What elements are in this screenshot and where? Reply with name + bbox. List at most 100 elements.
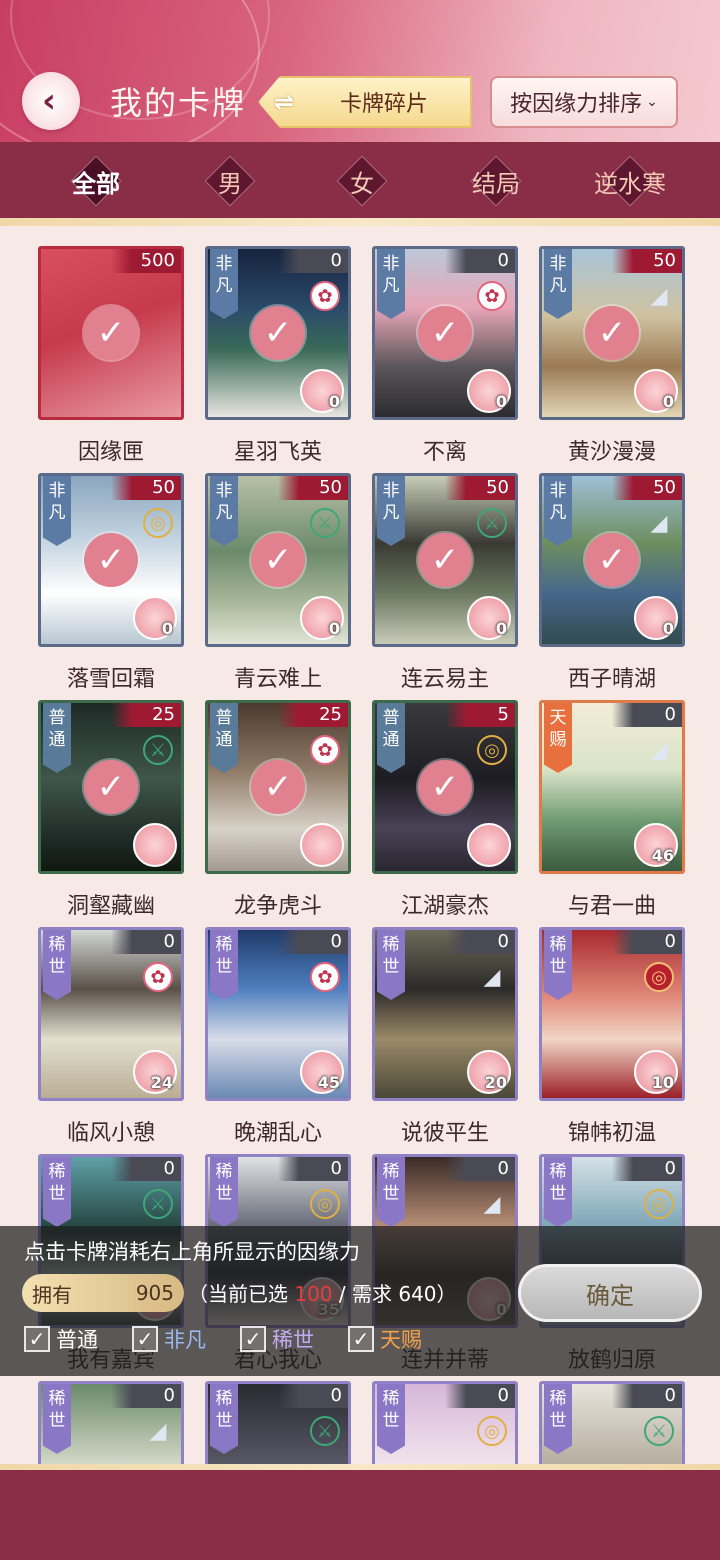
tab-all[interactable]: 全部 — [56, 155, 136, 207]
card-frame[interactable]: 500 ✓ — [38, 246, 184, 420]
card-name: 因缘匣 — [77, 440, 144, 465]
checkbox-icon[interactable]: ✓ — [132, 1326, 158, 1352]
card-frame[interactable]: 0 稀世 ⚔ — [205, 1381, 351, 1464]
owned-count-badge: 46 — [634, 823, 678, 867]
chevron-down-icon: ⌄ — [646, 94, 658, 110]
card-item[interactable]: 0 稀世 ◎ 10 锦帏初温 — [539, 927, 687, 1147]
tab-label: 男 — [218, 169, 242, 198]
back-button[interactable]: ‹ — [22, 72, 80, 130]
card-frame[interactable]: 0 稀世 ◎ 10 — [539, 927, 685, 1101]
card-frame[interactable]: 0 稀世 ◢ — [38, 1381, 184, 1464]
card-cost: 0 — [278, 1157, 348, 1181]
card-item[interactable]: 25 普通 ✿ ✓ 龙争虎斗 — [205, 700, 353, 920]
card-frame[interactable]: 25 普通 ⚔ ✓ — [38, 700, 184, 874]
card-frame[interactable]: 0 非凡 ✿ 0 ✓ — [205, 246, 351, 420]
tab-female[interactable]: 女 — [322, 155, 402, 207]
card-item[interactable]: 500 ✓ 因缘匣 — [38, 246, 186, 466]
owned-count-badge: 45 — [300, 1050, 344, 1094]
card-item[interactable]: 0 稀世 ◢ — [38, 1381, 186, 1464]
card-cost: 50 — [111, 476, 181, 500]
flower-emblem-icon: ✿ — [310, 735, 340, 765]
checkbox-icon[interactable]: ✓ — [348, 1326, 374, 1352]
tab-label: 全部 — [72, 168, 120, 198]
card-item[interactable]: 0 非凡 ✿ 0 ✓ 星羽飞英 — [205, 246, 353, 466]
rarity-filter-checkbox[interactable]: ✓ 天赐 — [348, 1324, 422, 1354]
card-frame[interactable]: 0 稀世 ◢ 20 — [372, 927, 518, 1101]
card-item[interactable]: 50 非凡 ⚔ 0 ✓ 青云难上 — [205, 473, 353, 693]
tab-nishuihan[interactable]: 逆水寒 — [590, 155, 670, 207]
card-name: 晚潮乱心 — [233, 1121, 322, 1146]
tab-ending[interactable]: 结局 — [456, 155, 536, 207]
card-item[interactable]: 0 稀世 ⚔ — [205, 1381, 353, 1464]
card-item[interactable]: 25 普通 ⚔ ✓ 洞壑藏幽 — [38, 700, 186, 920]
card-item[interactable]: 0 稀世 ✿ 24 临风小憩 — [38, 927, 186, 1147]
card-frame[interactable]: 0 稀世 ✿ 24 — [38, 927, 184, 1101]
card-item[interactable]: 0 稀世 ✿ 45 晚潮乱心 — [205, 927, 353, 1147]
rarity-filter-checkbox[interactable]: ✓ 稀世 — [240, 1324, 314, 1354]
card-item[interactable]: 0 非凡 ✿ 0 ✓ 不离 — [372, 246, 520, 466]
rarity-tag: 非凡 — [377, 476, 405, 546]
card-frame[interactable]: 0 稀世 ⚔ — [539, 1381, 685, 1464]
sword-emblem-icon: ⚔ — [143, 735, 173, 765]
card-item[interactable]: 0 稀世 ◢ 20 说彼平生 — [372, 927, 520, 1147]
card-frame[interactable]: 5 普通 ◎ ✓ — [372, 700, 518, 874]
rarity-tag: 普通 — [377, 703, 405, 773]
card-frame[interactable]: 50 非凡 ◎ 0 ✓ — [38, 473, 184, 647]
card-cost: 0 — [445, 1384, 515, 1408]
card-item[interactable]: 50 非凡 ◢ 0 ✓ 西子晴湖 — [539, 473, 687, 693]
card-name: 黄沙漫漫 — [567, 440, 656, 465]
checkbox-icon[interactable]: ✓ — [24, 1326, 50, 1352]
flower-emblem-icon: ✿ — [143, 962, 173, 992]
filter-label: 稀世 — [272, 1328, 314, 1352]
selected-check-icon: ✓ — [418, 533, 472, 587]
card-name: 洞壑藏幽 — [66, 894, 155, 919]
card-cost: 0 — [111, 930, 181, 954]
fan-emblem-icon: ◢ — [483, 1191, 501, 1217]
owned-count-badge — [300, 823, 344, 867]
card-frame[interactable]: 50 非凡 ⚔ 0 ✓ — [205, 473, 351, 647]
card-item[interactable]: 5 普通 ◎ ✓ 江湖豪杰 — [372, 700, 520, 920]
card-frame[interactable]: 0 非凡 ✿ 0 ✓ — [372, 246, 518, 420]
card-item[interactable]: 50 非凡 ◎ 0 ✓ 落雪回霜 — [38, 473, 186, 693]
card-name: 临风小憩 — [66, 1121, 155, 1146]
card-item[interactable]: 0 稀世 ⚔ — [539, 1381, 687, 1464]
card-frame[interactable]: 50 非凡 ◢ 0 ✓ — [539, 473, 685, 647]
card-frame[interactable]: 25 普通 ✿ ✓ — [205, 700, 351, 874]
owned-count: 0 — [495, 392, 507, 411]
card-item[interactable]: 0 天赐 ◢ 46 与君一曲 — [539, 700, 687, 920]
tab-male[interactable]: 男 — [190, 155, 270, 207]
owned-count: 0 — [161, 619, 173, 638]
sort-dropdown[interactable]: 按因缘力排序 ⌄ — [490, 76, 678, 128]
card-frame[interactable]: 50 非凡 ◢ 0 ✓ — [539, 246, 685, 420]
rarity-tag: 普通 — [210, 703, 238, 773]
selected-check-icon: ✓ — [251, 760, 305, 814]
status-suffix: / 需求 640） — [338, 1282, 457, 1306]
card-item[interactable]: 50 非凡 ◢ 0 ✓ 黄沙漫漫 — [539, 246, 687, 466]
card-name: 连云易主 — [400, 667, 489, 692]
rarity-filter-checkbox[interactable]: ✓ 普通 — [24, 1324, 98, 1354]
card-item[interactable]: 0 稀世 ◎ — [372, 1381, 520, 1464]
selected-check-icon: ✓ — [84, 760, 138, 814]
card-cost: 25 — [111, 703, 181, 727]
card-name: 落雪回霜 — [66, 667, 155, 692]
card-cost: 0 — [612, 1384, 682, 1408]
switch-label: 卡牌碎片 — [340, 92, 429, 117]
sort-label: 按因缘力排序 — [510, 92, 643, 117]
switch-to-fragments-button[interactable]: ⇌ 卡牌碎片 — [258, 76, 472, 128]
owned-count-badge: 0 — [467, 369, 511, 413]
rarity-tag: 非凡 — [210, 249, 238, 319]
card-frame[interactable]: 50 非凡 ⚔ 0 ✓ — [372, 473, 518, 647]
sword-emblem-icon: ⚔ — [477, 508, 507, 538]
confirm-button[interactable]: 确定 — [518, 1264, 702, 1322]
card-frame[interactable]: 0 稀世 ✿ 45 — [205, 927, 351, 1101]
card-name: 星羽飞英 — [233, 440, 322, 465]
rarity-filter-checkbox[interactable]: ✓ 非凡 — [132, 1324, 206, 1354]
fan-emblem-icon: ◢ — [650, 737, 668, 763]
card-frame[interactable]: 0 天赐 ◢ 46 — [539, 700, 685, 874]
checkbox-icon[interactable]: ✓ — [240, 1326, 266, 1352]
owned-count: 0 — [328, 619, 340, 638]
owned-count-badge: 10 — [634, 1050, 678, 1094]
card-name: 不离 — [422, 440, 467, 465]
card-item[interactable]: 50 非凡 ⚔ 0 ✓ 连云易主 — [372, 473, 520, 693]
card-frame[interactable]: 0 稀世 ◎ — [372, 1381, 518, 1464]
